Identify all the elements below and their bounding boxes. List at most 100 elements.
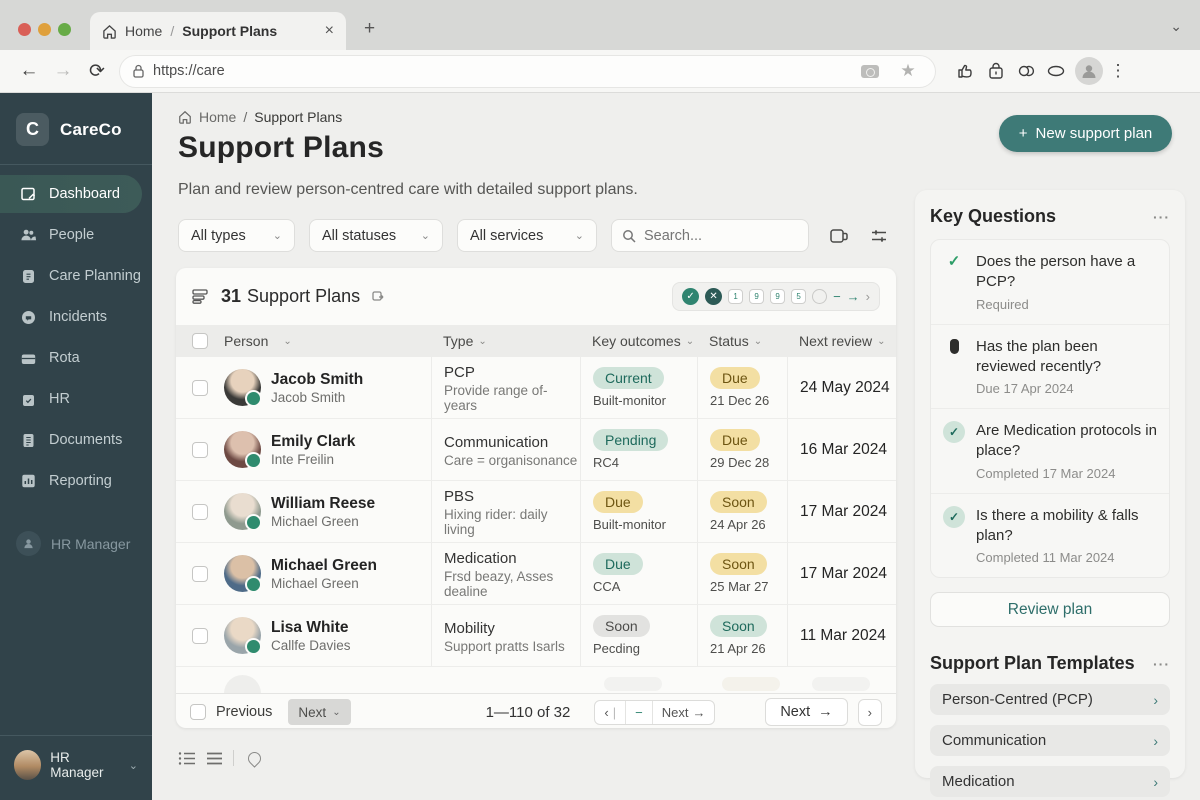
status-filter-dropdown[interactable]: All statuses ⌄ — [309, 219, 443, 252]
table-row[interactable]: Jacob Smith Jacob Smith PCP Provide range … — [176, 357, 896, 419]
extensions-lock-icon[interactable] — [981, 61, 1011, 81]
row-checkbox[interactable] — [192, 565, 208, 582]
url-text[interactable]: https://care — [153, 63, 847, 79]
question-item[interactable]: ✓ Is there a mobility & falls plan? Compl… — [931, 494, 1169, 578]
minus-icon[interactable]: − — [833, 289, 841, 304]
person-name: Jacob Smith — [271, 370, 364, 388]
row-checkbox[interactable] — [192, 379, 208, 396]
circle-outline-icon[interactable] — [812, 289, 828, 304]
question-item[interactable]: ✓ Does the person have a PCP? Required — [931, 240, 1169, 325]
next-page-button[interactable]: Next → — [653, 701, 715, 724]
mini-button-2[interactable]: 9 — [749, 289, 765, 304]
pin-icon[interactable] — [245, 748, 264, 768]
plan-type: Mobility — [444, 619, 495, 637]
previous-button[interactable]: Previous — [216, 704, 272, 720]
plan-type-desc: Care = organisonance — [444, 452, 578, 468]
tab-list-chevron-icon[interactable]: ⌄ — [1170, 18, 1182, 35]
user-avatar-icon — [16, 531, 41, 556]
export-icon[interactable] — [370, 289, 386, 305]
collapse-button[interactable]: − — [626, 700, 653, 724]
next-button[interactable]: Next → — [765, 698, 848, 726]
sidebar-secondary-user[interactable]: HR Manager — [0, 503, 152, 584]
table-row[interactable]: Emily Clark Inte Freilin Communication Car… — [176, 419, 896, 481]
browser-profile-avatar[interactable] — [1075, 57, 1103, 85]
address-bar[interactable]: https://care ★ — [120, 55, 935, 87]
new-tab-button[interactable]: + — [364, 18, 375, 40]
mini-button-3[interactable]: 9 — [770, 289, 786, 304]
next-dropdown-button[interactable]: Next ⌄ — [288, 699, 351, 725]
service-filter-dropdown[interactable]: All services ⌄ — [457, 219, 597, 252]
eye-icon[interactable] — [1041, 61, 1071, 81]
sidebar-item-people[interactable]: People — [0, 216, 152, 254]
template-item-pcp[interactable]: Person-Centred (PCP) › — [930, 684, 1170, 715]
browser-tab[interactable]: Home / Support Plans × — [90, 12, 346, 50]
list-ul-icon[interactable] — [178, 751, 196, 766]
table-row[interactable]: Michael Green Michael Green Medication Frs… — [176, 543, 896, 605]
arrow-right-icon[interactable]: → — [847, 289, 860, 304]
more-menu-icon[interactable]: ··· — [1153, 209, 1170, 225]
plan-type-desc: Provide range of-years — [444, 383, 548, 413]
media-icon[interactable] — [855, 64, 885, 78]
column-type[interactable]: Type ⌄ — [431, 333, 580, 349]
pagination-checkbox[interactable] — [190, 704, 206, 720]
column-next-review[interactable]: Next review ⌄ — [787, 333, 896, 349]
sidebar-item-dashboard[interactable]: Dashboard — [0, 175, 142, 213]
forward-button[interactable]: → — [46, 60, 80, 82]
breadcrumb-current: Support Plans — [254, 109, 343, 125]
mini-button-4[interactable]: 5 — [791, 289, 807, 304]
pagination-range: 1—110 of 32 — [485, 703, 571, 721]
sidebar-item-reporting[interactable]: Reporting — [0, 462, 152, 500]
menu-icon[interactable] — [206, 752, 223, 765]
breadcrumb-home[interactable]: Home — [199, 109, 236, 125]
back-button[interactable]: ← — [12, 60, 46, 82]
search-input[interactable] — [644, 227, 774, 244]
template-item-medication[interactable]: Medication › — [930, 766, 1170, 797]
sidebar-item-documents[interactable]: Documents — [0, 421, 152, 459]
column-person[interactable]: Person ⌄ — [224, 333, 431, 349]
bookmark-star-icon[interactable]: ★ — [893, 61, 923, 81]
question-item[interactable]: ✓ Are Medication protocols in place? Comp… — [931, 409, 1169, 494]
profiles-icon[interactable] — [1011, 61, 1041, 81]
sidebar-item-hr[interactable]: HR — [0, 380, 152, 418]
row-checkbox[interactable] — [192, 627, 208, 644]
template-item-communication[interactable]: Communication › — [930, 725, 1170, 756]
person-name: Michael Green — [271, 556, 377, 574]
sidebar-item-incidents[interactable]: Incidents — [0, 298, 152, 336]
reload-button[interactable]: ⟳ — [80, 60, 114, 83]
column-status[interactable]: Status ⌄ — [697, 333, 787, 349]
maximize-window-button[interactable] — [58, 23, 71, 36]
outcome-sub: Built-monitor — [593, 517, 666, 532]
plus-icon: + — [1018, 125, 1028, 142]
chevron-right-button[interactable]: › — [857, 698, 882, 726]
status-badge: Soon — [710, 615, 767, 637]
search-box[interactable] — [611, 219, 809, 252]
row-checkbox[interactable] — [192, 503, 208, 520]
question-item[interactable]: Has the plan been reviewed recently? Due … — [931, 325, 1169, 409]
mini-button-1[interactable]: 1 — [728, 289, 744, 304]
new-support-plan-button[interactable]: + New support plan — [999, 115, 1172, 152]
check-circle-icon[interactable]: ✓ — [682, 288, 700, 305]
sidebar-item-care-planning[interactable]: Care Planning — [0, 257, 152, 295]
sidebar-user-menu[interactable]: HR Manager ⌄ — [0, 735, 152, 800]
minimize-window-button[interactable] — [38, 23, 51, 36]
saved-views-icon[interactable] — [829, 227, 849, 245]
chevron-right-icon[interactable]: › — [866, 289, 870, 304]
tab-close-icon[interactable]: × — [325, 22, 334, 40]
check-icon: ✓ — [947, 253, 961, 270]
close-window-button[interactable] — [18, 23, 31, 36]
review-plan-button[interactable]: Review plan — [930, 592, 1170, 627]
row-checkbox[interactable] — [192, 441, 208, 458]
x-circle-icon[interactable]: ✕ — [705, 288, 723, 305]
select-all-checkbox[interactable] — [192, 333, 208, 349]
type-filter-dropdown[interactable]: All types ⌄ — [178, 219, 295, 252]
chevron-down-icon: ⌄ — [420, 230, 430, 242]
column-key-outcomes[interactable]: Key outcomes ⌄ — [580, 333, 697, 349]
filter-sliders-icon[interactable] — [869, 227, 889, 245]
table-row[interactable]: William Reese Michael Green PBS Hixing rid… — [176, 481, 896, 543]
more-menu-icon[interactable]: ··· — [1153, 656, 1170, 672]
first-page-button[interactable]: ‹ | — [595, 700, 627, 724]
browser-menu-icon[interactable]: ⋮ — [1107, 61, 1129, 81]
sidebar-item-rota[interactable]: Rota — [0, 339, 152, 377]
table-row[interactable]: Lisa White Callfe Davies Mobility Support … — [176, 605, 896, 667]
share-icon[interactable] — [951, 61, 981, 81]
